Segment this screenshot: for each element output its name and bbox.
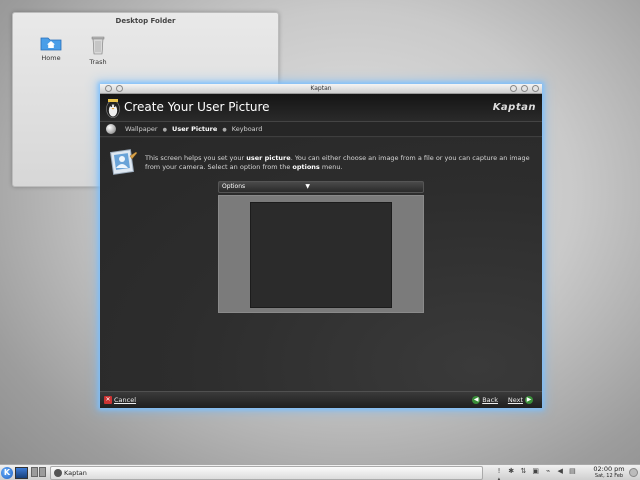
minimize-icon[interactable] <box>509 85 517 92</box>
home-folder-icon <box>40 37 62 51</box>
pager-desktop-1[interactable] <box>31 467 38 477</box>
options-toolbar: Options ▼ <box>218 181 424 193</box>
usb-icon[interactable]: ⌁ <box>544 467 552 476</box>
application-launcher-icon[interactable]: K <box>1 467 13 479</box>
breadcrumb-separator-icon: ● <box>162 127 167 133</box>
tray-expand-icon[interactable]: ▲ <box>495 476 503 480</box>
network-icon[interactable]: ⇅ <box>519 467 527 476</box>
breadcrumb-item-user-picture: User Picture <box>172 125 218 133</box>
intro-bold-options: options <box>292 163 320 171</box>
intro-bold-user-picture: user picture <box>246 154 291 162</box>
options-dropdown-label: Options <box>222 183 246 190</box>
desktop-folder-title: Desktop Folder <box>115 17 176 25</box>
show-desktop-icon[interactable] <box>15 467 28 479</box>
step-indicator-icon <box>106 124 116 134</box>
arrow-left-icon: ◀ <box>472 396 481 404</box>
bluetooth-icon[interactable]: ✱ <box>507 467 515 476</box>
close-icon[interactable] <box>532 85 539 92</box>
maximize-icon[interactable] <box>520 85 528 92</box>
clock[interactable]: 02:00 pm Sat, 12 Feb <box>590 465 628 480</box>
window-titlebar[interactable]: Kaptan <box>100 84 542 94</box>
trash-icon <box>91 36 105 55</box>
next-label: Next <box>507 396 523 404</box>
cancel-icon: ✕ <box>104 396 112 404</box>
breadcrumb-items: Wallpaper ● User Picture ● Keyboard <box>125 125 262 133</box>
pager-desktop-2[interactable] <box>39 467 46 477</box>
cancel-label: Cancel <box>114 396 137 404</box>
clock-date: Sat, 12 Feb <box>594 473 624 479</box>
display-icon[interactable]: ▣ <box>532 467 540 476</box>
window-title: Kaptan <box>310 85 332 92</box>
kaptan-task-icon <box>54 469 62 477</box>
next-button[interactable]: Next ▶ <box>508 395 535 406</box>
taskbar: K Kaptan ! ✱ ⇅ ▣ ⌁ ◀ ▤ ▲ 02:00 pm Sat, 1… <box>0 464 640 480</box>
picture-preview-area <box>250 202 392 308</box>
kaptan-logo: Kaptan <box>492 102 536 113</box>
desktop-icon-home[interactable]: Home <box>31 35 71 62</box>
breadcrumb: Wallpaper ● User Picture ● Keyboard <box>100 122 542 137</box>
notifications-icon[interactable]: ! <box>495 467 503 476</box>
volume-icon[interactable]: ◀ <box>556 467 564 476</box>
breadcrumb-item-wallpaper: Wallpaper <box>125 125 158 133</box>
desktop-icon-trash[interactable]: Trash <box>78 35 118 66</box>
penguin-mascot-icon <box>106 99 120 118</box>
back-label: Back <box>482 396 498 404</box>
task-item-kaptan[interactable]: Kaptan <box>50 466 483 480</box>
options-dropdown[interactable]: Options ▼ <box>220 183 312 191</box>
chevron-down-icon: ▼ <box>305 183 310 190</box>
intro-text-part: This screen helps you set your <box>145 154 247 162</box>
virtual-desktop-pager[interactable] <box>31 467 47 479</box>
system-tray: ! ✱ ⇅ ▣ ⌁ ◀ ▤ ▲ <box>495 467 585 480</box>
task-item-label: Kaptan <box>64 469 87 477</box>
picture-preview-frame <box>218 195 424 313</box>
clipboard-icon[interactable]: ▤ <box>568 467 576 476</box>
intro-text: This screen helps you set your user pict… <box>145 154 530 172</box>
breadcrumb-separator-icon: ● <box>222 127 227 133</box>
wizard-footer: ✕ Cancel ◀ Back Next ▶ <box>100 391 542 408</box>
panel-toolbox-icon[interactable] <box>629 468 638 477</box>
clock-time: 02:00 pm <box>593 465 625 473</box>
back-button[interactable]: ◀ Back <box>470 395 498 406</box>
intro-text-part: menu. <box>319 163 343 171</box>
titlebar-right-buttons <box>508 85 539 93</box>
page-title: Create Your User Picture <box>124 100 270 114</box>
arrow-right-icon: ▶ <box>525 396 533 404</box>
cancel-button[interactable]: ✕ Cancel <box>104 395 136 406</box>
kaptan-window: Kaptan Create Your User Picture Kaptan W… <box>100 84 542 408</box>
trash-label: Trash <box>89 58 107 66</box>
main-content: This screen helps you set your user pict… <box>100 138 542 391</box>
user-picture-icon <box>110 149 138 175</box>
breadcrumb-item-keyboard: Keyboard <box>231 125 263 133</box>
page-header: Create Your User Picture Kaptan <box>100 94 542 122</box>
home-label: Home <box>41 54 61 62</box>
